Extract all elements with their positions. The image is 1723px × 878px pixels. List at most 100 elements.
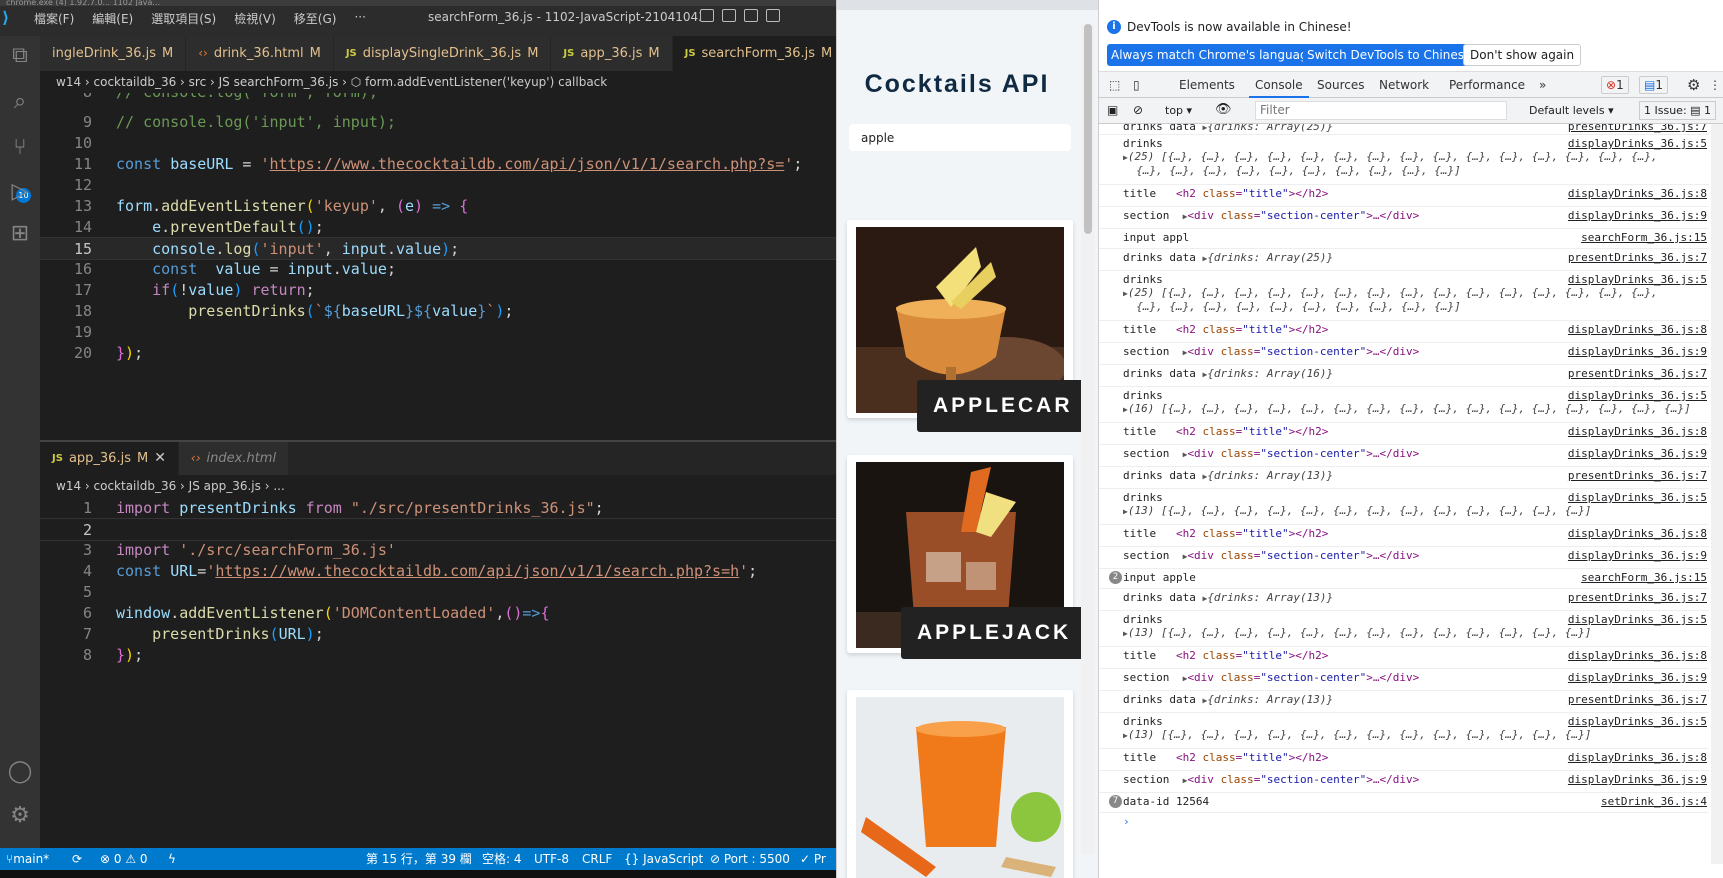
source-link[interactable]: displayDrinks_36.js:8	[1568, 527, 1707, 540]
run-debug-icon[interactable]: ▷	[6, 178, 34, 206]
source-link[interactable]: searchForm_36.js:15	[1581, 231, 1707, 244]
menu-file[interactable]: 檔案(F)	[34, 10, 74, 27]
source-link[interactable]: displayDrinks_36.js:5	[1568, 715, 1707, 728]
tab-drink-html[interactable]: ‹› drink_36.html M	[186, 36, 334, 71]
console-prompt[interactable]: ›	[1099, 813, 1709, 831]
source-link[interactable]: displayDrinks_36.js:8	[1568, 649, 1707, 662]
drink-card[interactable]: APPLEJACK	[847, 455, 1088, 659]
source-link[interactable]: displayDrinks_36.js:8	[1568, 323, 1707, 336]
customize-layout-icon[interactable]	[766, 9, 780, 22]
source-link[interactable]: setDrink_36.js:4	[1601, 795, 1707, 808]
source-link[interactable]: displayDrinks_36.js:9	[1568, 447, 1707, 460]
explorer-icon[interactable]: ⧉	[6, 42, 34, 70]
toggle-secondary-sidebar-icon[interactable]	[744, 9, 758, 22]
drink-card[interactable]	[847, 690, 1073, 878]
breadcrumb-bottom[interactable]: w14 › cocktaildb_36 › JS app_36.js › ...	[40, 475, 836, 497]
tab-sources[interactable]: Sources	[1317, 72, 1364, 98]
indent-spaces[interactable]: 空格: 4	[482, 848, 522, 870]
drink-card[interactable]: APPLECAR	[847, 220, 1089, 432]
eol[interactable]: CRLF	[582, 848, 612, 870]
encoding[interactable]: UTF-8	[534, 848, 569, 870]
source-link[interactable]: presentDrinks_36.js:7	[1568, 591, 1707, 604]
settings-gear-icon[interactable]: ⚙	[1687, 72, 1700, 98]
context-selector[interactable]: top ▾	[1165, 104, 1192, 117]
tab-displaysingledrink[interactable]: JS displaySingleDrink_36.js M	[333, 36, 552, 71]
tab-performance[interactable]: Performance	[1449, 72, 1525, 98]
inspect-element-icon[interactable]: ⬚	[1109, 72, 1120, 98]
problems-indicator[interactable]: ⊗ 0 ⚠ 0	[100, 848, 148, 870]
message-count[interactable]: ▤1	[1639, 76, 1668, 94]
live-expression-eye-icon[interactable]: 👁	[1215, 102, 1232, 117]
source-link[interactable]: presentDrinks_36.js:7	[1568, 367, 1707, 380]
editor-app[interactable]: 1 import presentDrinks from "./src/presen…	[40, 497, 836, 848]
source-link[interactable]: presentDrinks_36.js:7	[1568, 469, 1707, 482]
branch-indicator[interactable]: ⑂ main*	[6, 848, 49, 870]
breadcrumb[interactable]: w14 › cocktaildb_36 › src › JS searchFor…	[40, 71, 836, 93]
editor-searchform[interactable]: 8// console.log('form', form); 9// conso…	[40, 93, 836, 440]
source-link[interactable]: displayDrinks_36.js:5	[1568, 613, 1707, 626]
search-input[interactable]: apple	[849, 124, 1071, 151]
tab-singledrink[interactable]: ingleDrink_36.js M	[40, 36, 187, 71]
toggle-panel-icon[interactable]	[722, 9, 736, 22]
clear-console-icon[interactable]: ⊘	[1133, 103, 1143, 117]
more-options-icon[interactable]: ⋮	[1709, 72, 1721, 98]
error-count[interactable]: ⊗1	[1601, 76, 1629, 94]
menu-selection[interactable]: 選取項目(S)	[151, 10, 216, 27]
source-link[interactable]: presentDrinks_36.js:7	[1568, 124, 1707, 133]
source-link[interactable]: displayDrinks_36.js:9	[1568, 209, 1707, 222]
source-link[interactable]: displayDrinks_36.js:5	[1568, 491, 1707, 504]
source-link[interactable]: displayDrinks_36.js:8	[1568, 425, 1707, 438]
source-control-icon[interactable]: ⑂	[6, 134, 34, 162]
toggle-primary-sidebar-icon[interactable]	[700, 9, 714, 22]
account-icon[interactable]: ◯	[6, 758, 34, 786]
lightning-icon[interactable]: ϟ	[168, 848, 176, 870]
source-link[interactable]: displayDrinks_36.js:9	[1568, 549, 1707, 562]
source-link[interactable]: displayDrinks_36.js:9	[1568, 773, 1707, 786]
sidebar-toggle-icon[interactable]: ▣	[1107, 103, 1118, 117]
switch-to-chinese-button[interactable]: Switch DevTools to Chinese	[1303, 44, 1476, 66]
menu-more[interactable]: ···	[354, 10, 365, 27]
issues-button[interactable]: 1 Issue: ▤ 1	[1639, 101, 1717, 120]
source-link[interactable]: displayDrinks_36.js:9	[1568, 671, 1707, 684]
always-match-language-button[interactable]: Always match Chrome's language	[1107, 44, 1319, 66]
sync-icon[interactable]: ⟳	[72, 848, 82, 870]
source-link[interactable]: presentDrinks_36.js:7	[1568, 251, 1707, 264]
more-tabs-icon[interactable]: »	[1539, 72, 1546, 98]
prettier-status[interactable]: ✓ Pr	[800, 848, 826, 870]
close-icon[interactable]: ✕	[154, 441, 166, 476]
page-scrollbar[interactable]	[1081, 24, 1095, 854]
source-link[interactable]: displayDrinks_36.js:9	[1568, 345, 1707, 358]
modified-indicator: M	[821, 46, 833, 61]
menu-edit[interactable]: 編輯(E)	[92, 10, 133, 27]
live-server-port[interactable]: ⊘ Port : 5500	[710, 848, 790, 870]
line-number: 6	[82, 604, 92, 622]
device-toolbar-icon[interactable]: ▯	[1133, 72, 1140, 98]
tab-searchform[interactable]: JSsearchForm_36.jsM✕	[672, 36, 836, 71]
tab-app[interactable]: JS app_36.js M	[551, 36, 673, 71]
search-icon[interactable]: ⌕	[6, 88, 34, 116]
extensions-icon[interactable]: ⊞	[6, 220, 34, 248]
language-mode[interactable]: {} JavaScript	[624, 848, 703, 870]
source-link[interactable]: displayDrinks_36.js:8	[1568, 751, 1707, 764]
dont-show-again-button[interactable]: Don't show again	[1463, 44, 1582, 66]
html-file-icon: ‹›	[198, 46, 208, 60]
menu-go[interactable]: 移至(G)	[294, 10, 337, 27]
log-levels-dropdown[interactable]: Default levels ▾	[1529, 104, 1614, 117]
source-link[interactable]: searchForm_36.js:15	[1581, 571, 1707, 584]
source-link[interactable]: displayDrinks_36.js:8	[1568, 187, 1707, 200]
menu-view[interactable]: 檢視(V)	[234, 10, 276, 27]
source-link[interactable]: displayDrinks_36.js:5	[1568, 389, 1707, 402]
tab-index-html[interactable]: ‹› index.html	[178, 442, 290, 475]
cursor-position[interactable]: 第 15 行，第 39 欄	[366, 848, 472, 870]
settings-gear-icon[interactable]: ⚙	[6, 802, 34, 830]
console-filter-input[interactable]: Filter	[1255, 101, 1507, 120]
tab-network[interactable]: Network	[1379, 72, 1429, 98]
tab-app-bottom[interactable]: JS app_36.js M ✕	[40, 442, 179, 475]
source-link[interactable]: displayDrinks_36.js:5	[1568, 273, 1707, 286]
source-link[interactable]: displayDrinks_36.js:5	[1568, 137, 1707, 150]
console-scrollbar[interactable]	[1711, 124, 1723, 864]
source-link[interactable]: presentDrinks_36.js:7	[1568, 693, 1707, 706]
tab-elements[interactable]: Elements	[1179, 72, 1235, 98]
tab-console[interactable]: Console	[1249, 72, 1309, 98]
scrollbar-thumb[interactable]	[1084, 24, 1092, 234]
